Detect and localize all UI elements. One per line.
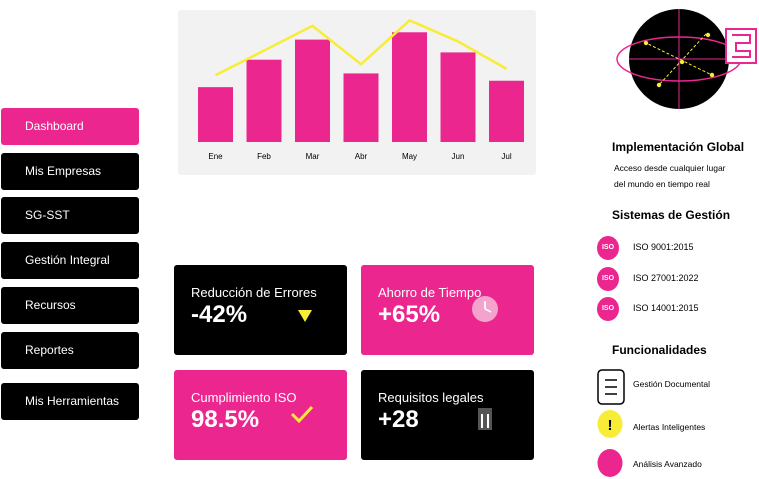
monthly-bar-chart: Ene Feb Mar Abr May Jun Jul [198, 18, 524, 161]
sidebar-item-dashboard[interactable]: Dashboard [1, 108, 139, 145]
chart-bar-may [392, 32, 427, 142]
chart-bar-feb [246, 59, 282, 142]
system-label: ISO 9001:2015 [633, 242, 694, 252]
sidebar-item-recursos[interactable]: Recursos [1, 287, 139, 324]
metric-value: 98.5% [191, 406, 260, 433]
chart-tick-label: Jul [501, 152, 511, 161]
global-description-line: Acceso desde cualquier lugar [614, 163, 726, 173]
iso-badge: ISO [597, 297, 619, 321]
global-title: Implementación Global [612, 140, 745, 154]
sidebar-item-mis-empresas[interactable]: Mis Empresas [1, 153, 139, 190]
clock-icon [472, 296, 498, 322]
system-label: ISO 14001:2015 [633, 303, 699, 313]
chart-tick-label: Mar [306, 152, 320, 161]
system-label: ISO 27001:2022 [633, 273, 699, 283]
sidebar-item-sg-sst[interactable]: SG-SST [1, 197, 139, 234]
down-triangle-icon [298, 310, 312, 322]
feature-label: Gestión Documental [633, 379, 711, 389]
global-description-line: del mundo en tiempo real [614, 179, 710, 189]
feature-item-document-management[interactable]: Gestión Documental [597, 369, 737, 405]
document-bars-icon [478, 408, 492, 430]
metric-card-iso: Cumplimiento ISO 98.5% [174, 370, 347, 460]
feature-label: Análisis Avanzado [633, 459, 702, 469]
analytics-icon [597, 449, 623, 477]
checkmark-icon [290, 405, 314, 424]
metric-card-errors: Reducción de Errores -42% [174, 265, 347, 355]
global-description: Acceso desde cualquier lugar del mundo e… [614, 160, 759, 192]
chart-bar-abr [343, 73, 379, 142]
chart-tick-label: Abr [355, 152, 368, 161]
metric-value: -42% [191, 301, 248, 328]
sidebar-item-mis-herramientas[interactable]: Mis Herramientas [1, 383, 139, 420]
chart-bar-mar [295, 39, 330, 142]
metric-value: +65% [378, 301, 441, 328]
systems-title: Sistemas de Gestión [612, 208, 731, 222]
sidebar-item-reportes[interactable]: Reportes [1, 332, 139, 369]
metric-label: Cumplimiento ISO [191, 390, 297, 405]
alert-icon: ! [597, 410, 623, 438]
metric-card-legal: Requisitos legales +28 [361, 370, 534, 460]
iso-badge: ISO [597, 267, 619, 291]
metric-label: Reducción de Errores [191, 285, 317, 300]
chart-bar-ene [198, 87, 233, 142]
globe-illustration [616, 9, 757, 109]
chart-bar-jun [440, 52, 476, 142]
chart-tick-label: Jun [452, 152, 465, 161]
iso-badge: ISO [597, 236, 619, 260]
metric-label: Requisitos legales [378, 390, 484, 405]
feature-item-advanced-analytics[interactable]: Análisis Avanzado [597, 448, 737, 479]
feature-item-smart-alerts[interactable]: ! Alertas Inteligentes [597, 409, 737, 441]
sidebar-item-gestion-integral[interactable]: Gestión Integral [1, 242, 139, 279]
metric-label: Ahorro de Tiempo [378, 285, 482, 300]
monthly-chart-card: Ene Feb Mar Abr May Jun Jul [178, 10, 536, 175]
features-title: Funcionalidades [612, 343, 707, 357]
feature-label: Alertas Inteligentes [633, 422, 706, 432]
chart-tick-label: Feb [257, 152, 271, 161]
metric-value: +28 [378, 406, 419, 433]
alert-glyph: ! [608, 417, 613, 434]
chart-bar-jul [489, 80, 524, 142]
document-icon [597, 369, 625, 405]
chart-tick-label: Ene [208, 152, 223, 161]
metric-card-time: Ahorro de Tiempo +65% [361, 265, 534, 355]
chart-tick-label: May [402, 152, 417, 161]
